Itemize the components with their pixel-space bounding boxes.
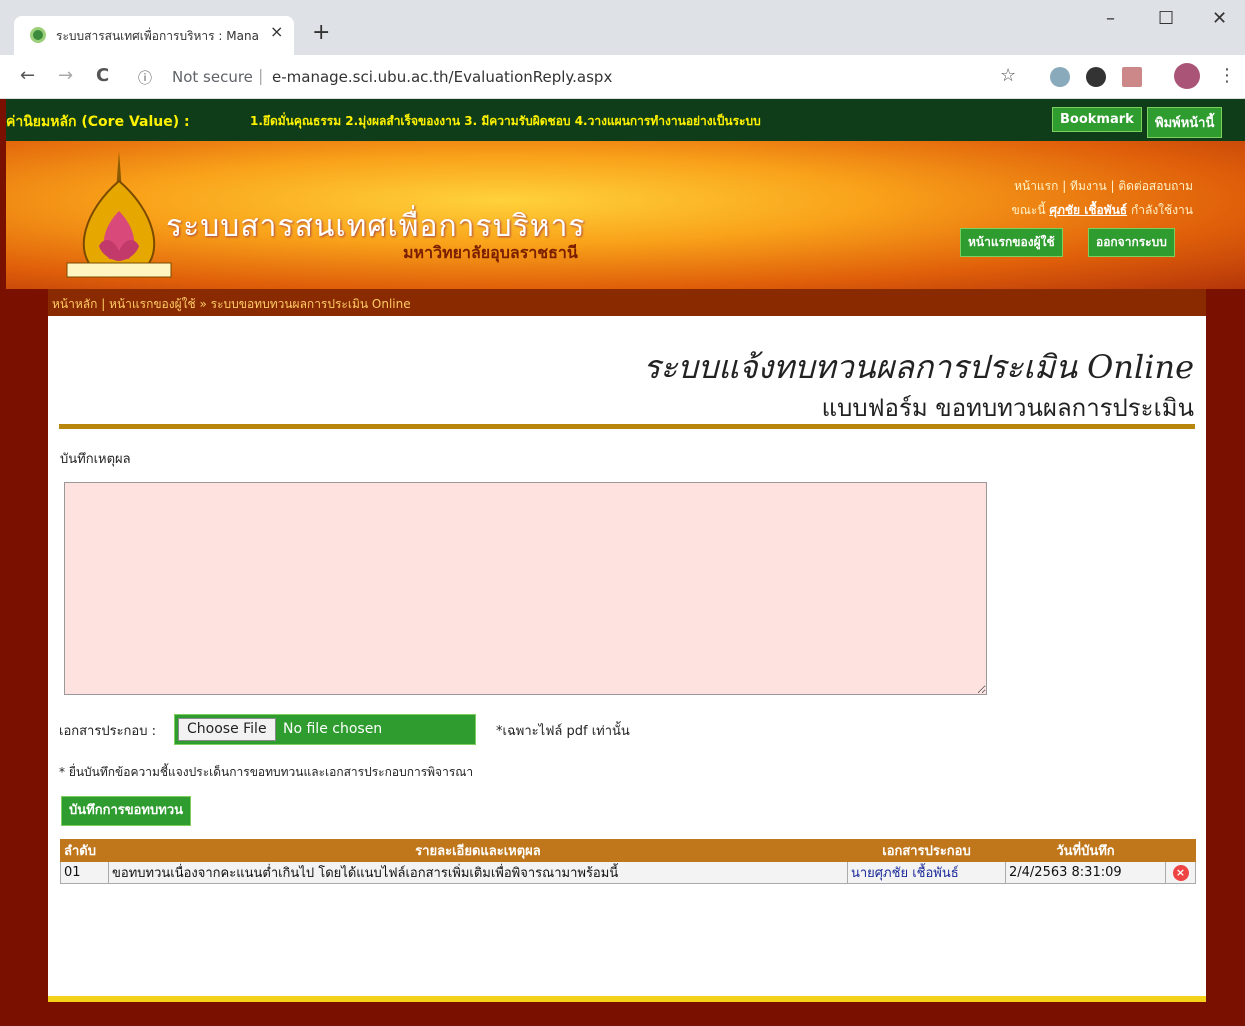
user-status: ขณะนี้ ศุภชัย เชื้อพันธ์ กำลังใช้งาน [1012,201,1193,220]
forward-icon[interactable]: → [58,65,73,86]
print-button[interactable]: พิมพ์หน้านี้ [1147,107,1223,138]
tab-close-icon[interactable]: × [270,22,283,41]
table-row: 01 ขอทบทวนเนื่องจากคะแนนต่ำเกินไป โดยได้… [60,861,1196,884]
browser-tabstrip: ระบบสารสนเทศเพื่อการบริหาร : Mana × + – … [0,0,1245,55]
bookmark-star-icon[interactable]: ☆ [1000,65,1016,86]
bookmark-button[interactable]: Bookmark [1052,107,1142,132]
core-value-bar: ค่านิยมหลัก (Core Value) : 1.ยึดมั่นคุณธ… [6,99,1245,141]
page-title: ระบบแจ้งทบทวนผลการประเมิน Online [643,348,1194,386]
document-link[interactable]: นายศุภชัย เชื้อพันธ์ [851,866,959,881]
instruction-text: * ยื่นบันทึกข้อความชี้แจงประเด็นการขอทบท… [59,765,474,779]
delete-icon[interactable]: × [1172,864,1189,881]
new-tab-icon[interactable]: + [312,20,330,45]
maximize-icon[interactable]: ☐ [1158,8,1174,29]
university-logo [66,151,172,278]
main-content: ระบบแจ้งทบทวนผลการประเมิน Online แบบฟอร์… [48,316,1206,996]
user-prefix: ขณะนี้ [1011,203,1046,217]
page-subtitle: แบบฟอร์ม ขอทบทวนผลการประเมิน [821,394,1194,422]
row-date: 2/4/2563 8:31:09 [1005,861,1166,884]
core-value-text: 1.ยึดมั่นคุณธรรม 2.มุ่งผลสำเร็จของงาน 3.… [250,114,761,128]
site-header: ระบบสารสนเทศเพื่อการบริหาร มหาวิทยาลัยอุ… [6,141,1245,289]
note-label: บันทึกเหตุผล [60,452,131,467]
user-name-link[interactable]: ศุภชัย เชื้อพันธ์ [1049,203,1127,217]
extension-icon[interactable] [1050,67,1070,87]
row-action: × [1165,861,1196,884]
logout-button[interactable]: ออกจากระบบ [1088,228,1175,257]
core-value-label: ค่านิยมหลัก (Core Value) : [6,114,190,130]
pdf-extension-icon[interactable] [1122,67,1142,87]
col-header-date: วันที่บันทึก [1005,839,1166,862]
pdf-only-note: *เฉพาะไฟล์ pdf เท่านั้น [496,724,630,739]
col-header-detail: รายละเอียดและเหตุผล [108,839,848,862]
url-box[interactable]: ⓘ Not secure | e-manage.sci.ubu.ac.th/Ev… [138,62,1038,92]
attachment-label: เอกสารประกอบ : [59,724,156,739]
url-separator: | [258,66,264,85]
row-detail: ขอทบทวนเนื่องจากคะแนนต่ำเกินไป โดยได้แนบ… [108,861,848,884]
col-header-document: เอกสารประกอบ [847,839,1006,862]
back-icon[interactable]: ← [20,65,35,86]
reload-icon[interactable]: C [96,65,109,86]
browser-menu-icon[interactable]: ⋮ [1218,65,1236,86]
browser-tab[interactable]: ระบบสารสนเทศเพื่อการบริหาร : Mana × [14,16,294,55]
user-home-button[interactable]: หน้าแรกของผู้ใช้ [960,228,1063,257]
info-icon[interactable]: ⓘ [138,68,152,88]
profile-avatar[interactable] [1174,63,1200,89]
file-input[interactable]: Choose File No file chosen [174,714,476,745]
col-header-action [1165,839,1196,862]
footer-line [48,996,1206,1002]
divider [59,424,1195,429]
university-name: มหาวิทยาลัยอุบลราชธานี [403,243,578,262]
top-links[interactable]: หน้าแรก | ทีมงาน | ติดต่อสอบถาม [1014,177,1193,196]
address-bar: ← → C ⓘ Not secure | e-manage.sci.ubu.ac… [0,55,1245,99]
breadcrumb[interactable]: หน้าหลัก | หน้าแรกของผู้ใช้ » ระบบขอทบทว… [52,295,411,314]
request-table: ลำดับ รายละเอียดและเหตุผล เอกสารประกอบ ว… [60,839,1196,884]
choose-file-button[interactable]: Choose File [178,718,276,741]
row-no: 01 [60,861,109,884]
tab-title: ระบบสารสนเทศเพื่อการบริหาร : Mana [56,29,259,43]
breadcrumb-bar: หน้าหลัก | หน้าแรกของผู้ใช้ » ระบบขอทบทว… [48,289,1206,316]
minimize-icon[interactable]: – [1106,8,1115,29]
url-text[interactable]: e-manage.sci.ubu.ac.th/EvaluationReply.a… [272,68,612,86]
reason-textarea[interactable] [64,482,987,695]
row-document: นายศุภชัย เชื้อพันธ์ [847,861,1006,884]
col-header-no: ลำดับ [60,839,109,862]
save-request-button[interactable]: บันทึกการขอทบทวน [61,796,192,826]
not-secure-label: Not secure [172,68,253,86]
site-favicon-icon [30,27,46,43]
user-suffix: กำลังใช้งาน [1130,203,1193,217]
extension-icon[interactable] [1086,67,1106,87]
window-close-icon[interactable]: ✕ [1212,8,1227,29]
no-file-text: No file chosen [283,721,383,737]
